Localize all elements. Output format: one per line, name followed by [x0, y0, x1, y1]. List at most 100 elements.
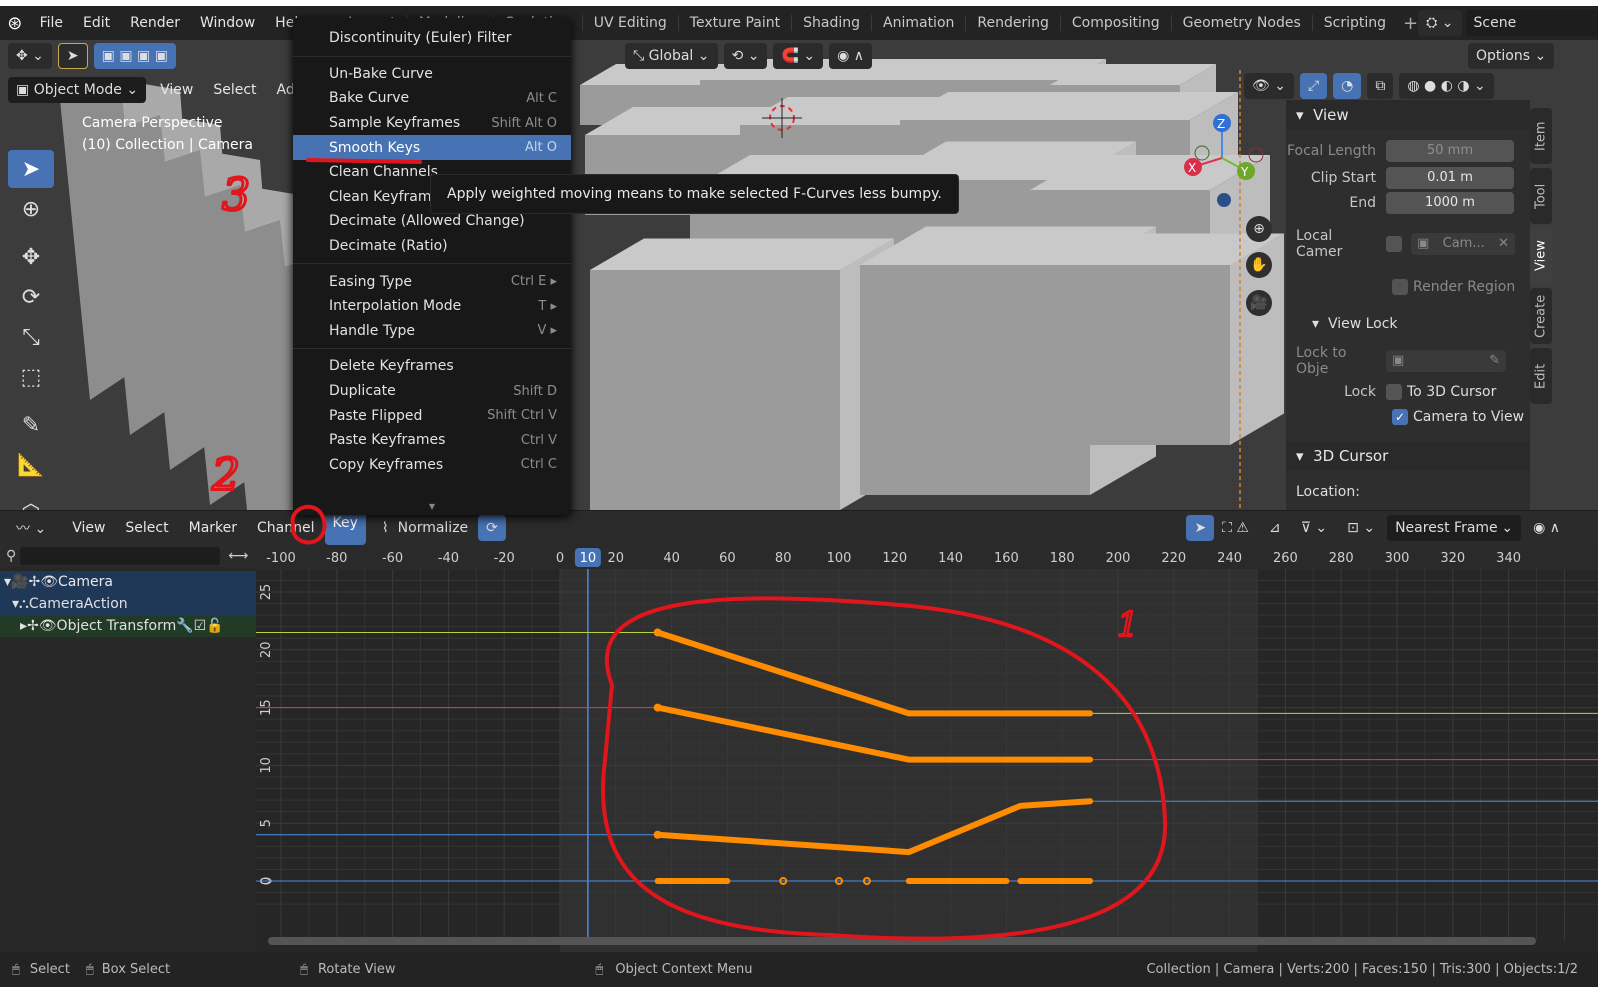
3d-cursor-header[interactable]: ▾ 3D Cursor [1286, 441, 1530, 471]
keyframe-point[interactable] [653, 703, 662, 712]
channel-label[interactable]: CameraAction [29, 596, 128, 612]
xray-icon[interactable]: ⧉ [1367, 73, 1394, 99]
camera-view-icon[interactable]: 🎥 [1246, 290, 1272, 316]
menu-item-copy-keyframes[interactable]: Copy Keyframes Ctrl C [293, 453, 571, 478]
eyedropper-icon[interactable]: ✎ [1489, 353, 1500, 368]
clip-end-field[interactable]: 1000 m [1386, 191, 1514, 214]
cube-front[interactable] [590, 238, 894, 511]
editor-type-icon[interactable]: 〰 ⌄ [8, 515, 55, 541]
eye-icon[interactable]: 👁 [40, 574, 58, 590]
menu-item-interpolation-mode[interactable]: Interpolation Mode T ▸ [293, 294, 571, 319]
camera-to-view-checkbox[interactable]: ✓ [1392, 408, 1408, 425]
horizontal-scrollbar[interactable] [268, 937, 1536, 945]
local-camera-field[interactable]: ▣ Cam... ✕ [1411, 232, 1515, 255]
view-panel-header[interactable]: ▾ View [1286, 100, 1530, 130]
channel-row[interactable]: ▾ 🎥 ✢ 👁 Camera [0, 571, 256, 593]
scene-field[interactable]: Scene [1465, 10, 1598, 36]
cursor-tool[interactable]: ⊕ [8, 190, 54, 228]
viewport-menu-view[interactable]: View [150, 73, 203, 107]
graph-menu-key[interactable]: Key [324, 511, 366, 545]
snap-mode-dropdown[interactable]: Nearest Frame ⌄ [1387, 515, 1522, 541]
menu-item-paste-flipped[interactable]: Paste Flipped Shift Ctrl V [293, 403, 571, 428]
clip-start-field[interactable]: 0.01 m [1386, 166, 1514, 189]
menu-item-sample-keyframes[interactable]: Sample Keyframes Shift Alt O [293, 111, 571, 136]
to-3d-cursor-checkbox[interactable] [1386, 383, 1402, 400]
tab-animation[interactable]: Animation [872, 10, 965, 36]
menu-item-duplicate[interactable]: Duplicate Shift D [293, 379, 571, 404]
checkbox-icon[interactable]: ☑ [194, 618, 207, 634]
annotate-tool[interactable]: ✎ [8, 406, 54, 444]
channel-label[interactable]: Object Transform [57, 618, 177, 634]
pivot-dropdown-icon[interactable]: ⟲ ⌄ [723, 43, 768, 69]
view-lock-header[interactable]: ▾ View Lock [1286, 311, 1530, 336]
tab-rendering[interactable]: Rendering [966, 10, 1060, 36]
menu-scroll-down-icon[interactable]: ▾ [293, 499, 571, 513]
tab-texture-paint[interactable]: Texture Paint [679, 10, 791, 36]
keyframe-point[interactable] [653, 830, 662, 839]
expand-arrow-icon[interactable]: ▾ [12, 596, 19, 612]
mode-dropdown[interactable]: ▣ Object Mode ⌄ [8, 77, 147, 103]
tab-scripting[interactable]: Scripting [1313, 10, 1397, 36]
snap-icon[interactable]: 🧲 ⌄ [773, 43, 824, 69]
overlays-icon[interactable]: ◔ [1333, 73, 1362, 99]
menu-render[interactable]: Render [120, 6, 190, 40]
menu-item-paste-keyframes[interactable]: Paste Keyframes Ctrl V [293, 428, 571, 453]
shading-modes-icon[interactable]: ◍ ● ◐ ◑ ⌄ [1399, 73, 1494, 99]
scene-selector-icon[interactable]: ⛭ ⌄ [1418, 10, 1462, 36]
viewport-menu-select[interactable]: Select [203, 73, 266, 107]
3d-viewport[interactable]: Z X Y ✥ ⌄ ➤ ▣ ▣ ▣ ▣ ⤡ Global ⌄ ⟲ ⌄ 🧲 ⌄ ◉ ∧… [0, 40, 1598, 510]
filter-icon[interactable]: ⊽ ⌄ [1292, 515, 1336, 541]
sidebar-tab-item[interactable]: Item [1530, 108, 1552, 164]
select-tool-icon[interactable]: ➤ [57, 43, 88, 69]
graph-proportional-icon[interactable]: ◉ ∧ [1525, 515, 1568, 541]
graph-area[interactable]: -100 -80 -60 -40 -20 0 20 40 60 80 100 120 140 160 180… [256, 545, 1598, 952]
local-camera-checkbox[interactable] [1386, 235, 1402, 252]
pin-icon[interactable]: ✢ [28, 574, 40, 590]
sidebar-tab-edit[interactable]: Edit [1530, 348, 1552, 404]
add-cube-tool[interactable]: ⬡ [8, 494, 54, 511]
menu-item-easing-type[interactable]: Easing Type Ctrl E ▸ [293, 269, 571, 294]
add-workspace-icon[interactable]: + [1403, 13, 1418, 34]
menu-item-bake-curve[interactable]: Bake Curve Alt C [293, 86, 571, 111]
menu-item-un-bake-curve[interactable]: Un-Bake Curve [293, 62, 571, 87]
tab-compositing[interactable]: Compositing [1061, 10, 1171, 36]
lock-icon[interactable]: 🔓 [206, 618, 223, 634]
sidebar-tab-view[interactable]: View [1530, 228, 1552, 284]
collapse-arrow-icon[interactable]: ▸ [20, 618, 27, 634]
zoom-icon[interactable]: ⊕ [1246, 216, 1272, 242]
lock-object-field[interactable]: ▣ ✎ [1386, 349, 1506, 372]
focal-length-field[interactable]: 50 mm [1386, 139, 1514, 162]
proportional-icon[interactable]: ◉ ∧ [829, 43, 872, 69]
render-region-checkbox[interactable] [1392, 278, 1408, 295]
only-selected-icon[interactable]: ➤ [1186, 515, 1215, 541]
fcurve-2[interactable] [654, 798, 1094, 856]
scale-tool[interactable]: ⤡ [8, 318, 54, 356]
channel-label[interactable]: Camera [58, 574, 113, 590]
transform-pivot-icon[interactable]: ✥ ⌄ [8, 43, 52, 69]
channel-row[interactable]: ▾ ⛬ CameraAction [0, 593, 256, 615]
transform-tool[interactable]: ⬚ [8, 358, 54, 396]
menu-window[interactable]: Window [190, 6, 265, 40]
menu-file[interactable]: File [30, 6, 73, 40]
menu-item-smooth-keys[interactable]: Smooth Keys Alt O [293, 135, 571, 160]
channel-row[interactable]: ▸ ✢ 👁 Object Transform 🔧 ☑ 🔓 [0, 615, 256, 637]
cursor-snap-icon[interactable]: ⊿ [1260, 515, 1289, 541]
visibility-icon[interactable]: 👁 ⌄ [1244, 73, 1294, 99]
menu-item-handle-type[interactable]: Handle Type V ▸ [293, 319, 571, 344]
wrench-icon[interactable]: 🔧 [176, 618, 193, 634]
tab-shading[interactable]: Shading [792, 10, 871, 36]
measure-tool[interactable]: 📐 [8, 446, 54, 484]
auto-normalize-icon[interactable]: ⟳ [478, 515, 506, 541]
show-handles-icon[interactable]: ⛶ ⚠ [1214, 515, 1257, 541]
fcurve-chart[interactable]: -100 -80 -60 -40 -20 0 20 40 60 80 100 120 140 160 180… [256, 545, 1598, 952]
options-dropdown[interactable]: Options ⌄ [1468, 43, 1555, 69]
channel-search-input[interactable] [20, 547, 221, 565]
normalize-toggle[interactable]: ⌇ Normalize [373, 515, 477, 541]
rotate-tool[interactable]: ⟳ [8, 278, 54, 316]
pan-hand-icon[interactable]: ✋ [1246, 252, 1272, 278]
graph-menu-select[interactable]: Select [115, 511, 178, 545]
menu-item-delete-keyframes[interactable]: Delete Keyframes [293, 354, 571, 379]
gizmo-toggle-icon[interactable]: ⤢ [1299, 73, 1328, 99]
menu-item-discontinuity-euler-filter[interactable]: Discontinuity (Euler) Filter [293, 26, 571, 51]
move-tool[interactable]: ✥ [8, 238, 54, 276]
